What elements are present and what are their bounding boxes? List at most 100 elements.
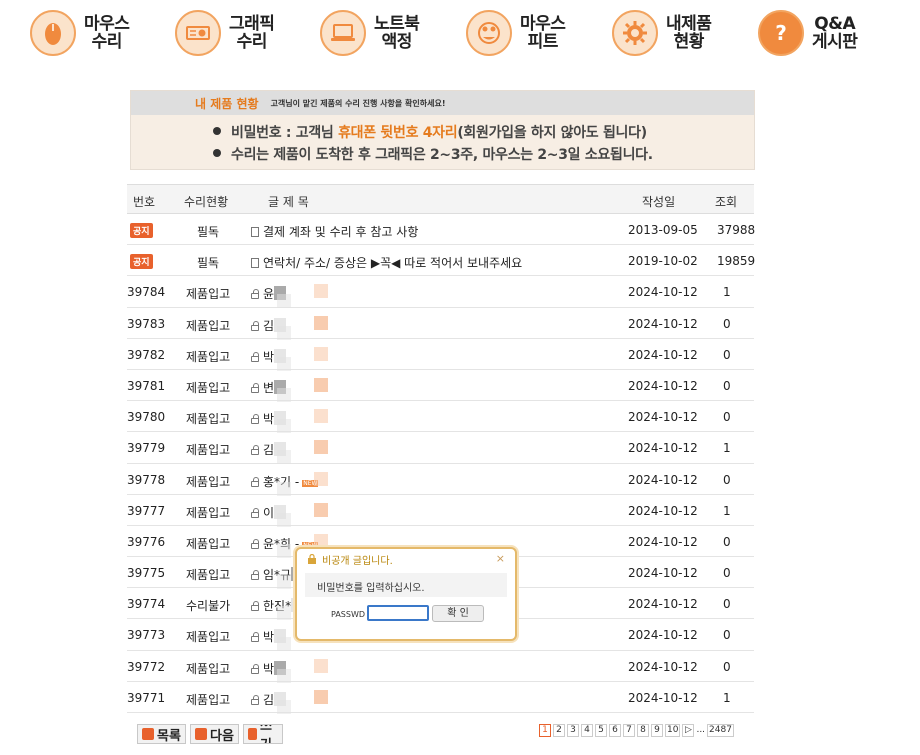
password-input[interactable] — [367, 605, 429, 621]
lock-icon — [251, 289, 259, 300]
dialog-message: 비밀번호를 입력하십시오. — [305, 573, 507, 597]
redacted-block — [277, 481, 291, 496]
redacted-block — [314, 471, 328, 486]
nav-laptop-lcd[interactable]: 노트북 액정 — [320, 8, 420, 58]
row-title-text: 변 — [263, 380, 275, 395]
next-button[interactable]: 다음 — [190, 724, 239, 744]
table-row[interactable]: 39783 제품입고 김 2024-10-12 0 — [127, 308, 754, 340]
table-row[interactable]: 39781 제품입고 변 2024-10-12 0 — [127, 370, 754, 402]
mouse-icon — [30, 10, 76, 56]
list-button[interactable]: 목록 — [137, 724, 186, 744]
notice-badge: 공지 — [130, 254, 153, 270]
row-num: 39781 — [127, 378, 166, 393]
nav-label: 내제품 현황 — [666, 14, 712, 52]
table-row[interactable]: 39782 제품입고 박 2024-10-12 0 — [127, 339, 754, 371]
lock-icon — [251, 320, 259, 331]
nav-my-product-status[interactable]: 내제품 현황 — [612, 8, 712, 58]
nav-graphics-repair[interactable]: 그래픽 수리 — [175, 8, 275, 58]
last-page-link[interactable]: 2487 — [707, 724, 734, 737]
lock-icon — [251, 382, 259, 393]
row-status: 제품입고 — [186, 380, 231, 395]
confirm-button[interactable]: 확 인 — [432, 605, 484, 622]
redacted-block — [277, 356, 291, 371]
row-status: 필독 — [197, 225, 220, 239]
row-date: 2024-10-12 — [628, 441, 698, 456]
page-link[interactable]: 3 — [567, 724, 579, 737]
notice-row[interactable]: 공지 필독 결제 계좌 및 수리 후 참고 사항 2013-09-05 37988 — [127, 214, 755, 246]
page-link[interactable]: 2 — [553, 724, 565, 737]
table-row[interactable]: 39778제품입고홍*기 -NEW2024-10-120 — [127, 464, 754, 496]
row-status: 제품입고 — [186, 412, 231, 427]
table-row[interactable]: 39780 제품입고 박 2024-10-12 0 — [127, 401, 754, 434]
row-date: 2024-10-12 — [628, 659, 698, 674]
table-row[interactable]: 39771 제품입고 김 2024-10-12 1 — [127, 682, 754, 714]
header-date: 작성일 — [642, 195, 676, 209]
document-icon — [251, 258, 259, 269]
page-link[interactable]: 7 — [623, 724, 635, 737]
row-views: 0 — [723, 659, 731, 674]
page-link[interactable]: 9 — [651, 724, 663, 737]
bullet-icon — [213, 127, 221, 135]
row-views: 1 — [723, 285, 731, 300]
close-icon[interactable]: × — [496, 552, 505, 565]
row-num: 39782 — [127, 347, 166, 362]
lock-icon — [251, 351, 259, 362]
dialog-title: 비공개 글입니다. — [322, 555, 393, 567]
page-link[interactable]: 6 — [609, 724, 621, 737]
list-icon — [142, 728, 154, 740]
lock-icon — [251, 601, 259, 612]
header-views: 조회 — [715, 195, 738, 209]
row-date: 2024-10-12 — [628, 285, 698, 300]
redacted-block — [314, 440, 328, 455]
lock-icon — [251, 538, 259, 549]
laptop-icon — [320, 10, 366, 56]
row-num: 39779 — [127, 441, 166, 456]
row-title[interactable]: 연락처/ 주소/ 증상은 ▶꼭◀ 따로 적어서 보내주세요 — [251, 254, 522, 271]
table-row[interactable]: 39777 제품입고 이 2024-10-12 1 — [127, 495, 754, 527]
page-link[interactable]: 8 — [637, 724, 649, 737]
graphics-card-icon — [175, 10, 221, 56]
row-status: 제품입고 — [186, 318, 231, 333]
page-link[interactable]: 10 — [665, 724, 681, 737]
row-title[interactable]: 결제 계좌 및 수리 후 참고 사항 — [251, 223, 418, 240]
header-title: 글 제 목 — [268, 195, 309, 209]
row-views: 0 — [723, 597, 731, 612]
page-link[interactable]: 4 — [581, 724, 593, 737]
next-page-icon[interactable]: ▷ — [682, 724, 695, 737]
nav-label: 노트북 액정 — [374, 14, 420, 52]
row-status: 제품입고 — [186, 287, 231, 302]
lock-icon — [251, 632, 259, 643]
row-num: 39772 — [127, 659, 166, 674]
nav-mouse-feet[interactable]: 마우스 피트 — [466, 8, 566, 58]
table-row[interactable]: 39784 제품입고 윤 2024-10-12 1 — [127, 276, 754, 309]
pencil-icon — [248, 728, 258, 740]
redacted-block — [277, 294, 291, 309]
row-views: 0 — [723, 628, 731, 643]
row-status: 제품입고 — [186, 505, 231, 520]
page-link[interactable]: 5 — [595, 724, 607, 737]
redacted-block — [314, 346, 328, 361]
write-button[interactable]: 쓰기 — [243, 724, 283, 744]
row-views: 0 — [723, 566, 731, 581]
row-status: 제품입고 — [186, 443, 231, 458]
redacted-block — [277, 668, 291, 683]
nav-qna-board[interactable]: ? Q&A 게시판 — [758, 8, 858, 58]
row-date: 2024-10-12 — [628, 316, 698, 331]
redacted-block — [314, 689, 328, 704]
nav-mouse-repair[interactable]: 마우스 수리 — [30, 8, 130, 58]
lock-icon — [251, 694, 259, 705]
row-num: 39771 — [127, 690, 166, 705]
redacted-block — [277, 637, 291, 652]
page-link[interactable]: 1 — [539, 724, 551, 737]
row-title-text: 연락처/ 주소/ 증상은 ▶꼭◀ 따로 적어서 보내주세요 — [263, 256, 523, 271]
row-status: 필독 — [197, 256, 220, 271]
table-row[interactable]: 39772 제품입고 박 2024-10-12 0 — [127, 651, 754, 683]
notice-row[interactable]: 공지 필독 연락처/ 주소/ 증상은 ▶꼭◀ 따로 적어서 보내주세요 2019-10… — [127, 245, 755, 277]
row-status: 제품입고 — [186, 568, 231, 583]
password-dialog: 비공개 글입니다. × 비밀번호를 입력하십시오. PASSWD 확 인 — [295, 547, 517, 641]
table-row[interactable]: 39779 제품입고 김 2024-10-12 1 — [127, 432, 754, 465]
row-title-text: 김 — [263, 318, 275, 333]
row-views: 1 — [723, 503, 731, 518]
redacted-block — [314, 409, 328, 424]
row-date: 2024-10-12 — [628, 534, 698, 549]
